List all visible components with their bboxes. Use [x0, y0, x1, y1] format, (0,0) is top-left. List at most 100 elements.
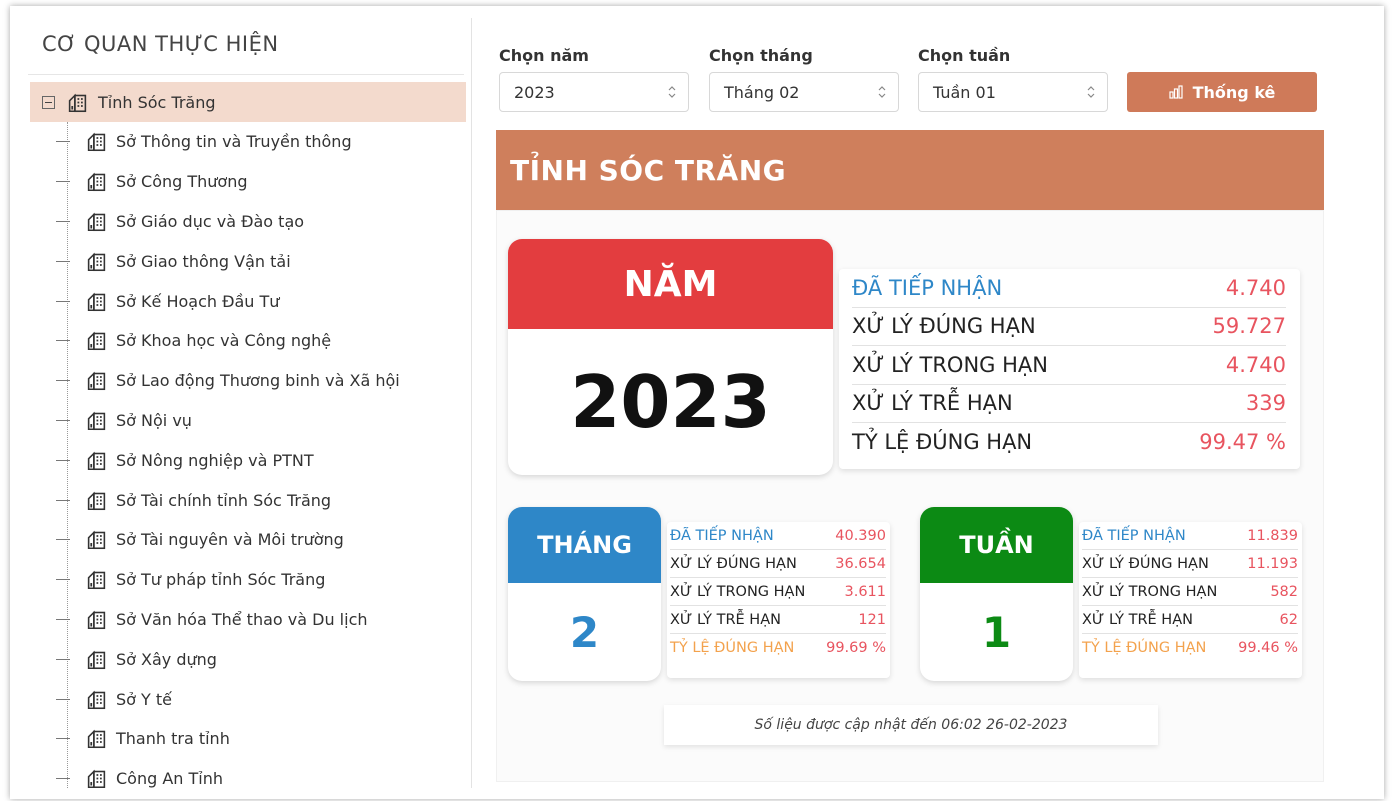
stat-row: TỶ LỆ ĐÚNG HẠN 99.46 %: [1082, 634, 1298, 662]
building-icon: [87, 371, 106, 391]
year-card: NĂM 2023: [508, 239, 833, 475]
week-stats-table: ĐÃ TIẾP NHẬN 11.839 XỬ LÝ ĐÚNG HẠN 11.193 XỬ…: [1079, 522, 1302, 678]
tree-item[interactable]: Sở Lao động Thương binh và Xã hội: [28, 361, 468, 401]
stat-label: XỬ LÝ TRONG HẠN: [852, 352, 1048, 377]
collapse-icon[interactable]: [42, 95, 55, 109]
building-icon: [87, 252, 106, 271]
year-card-value: 2023: [570, 360, 771, 444]
update-note: Số liệu được cập nhật đến 06:02 26-02-20…: [664, 705, 1158, 745]
building-icon: [87, 331, 106, 351]
tree-branch-line: [56, 300, 70, 302]
building-icon: [87, 570, 106, 590]
tree-item[interactable]: Sở Nông nghiệp và PTNT: [28, 440, 468, 480]
tree-item[interactable]: Sở Nội vụ: [28, 401, 468, 441]
stat-row: XỬ LÝ TRỄ HẠN 62: [1082, 606, 1298, 634]
tree-list: Sở Thông tin và Truyền thông Sở Công Thươ…: [28, 122, 468, 788]
stat-label: XỬ LÝ ĐÚNG HẠN: [1082, 555, 1209, 572]
building-icon: [87, 690, 106, 709]
tree-item-label: Sở Xây dựng: [116, 649, 217, 669]
tree-item[interactable]: Sở Giao thông Vận tải: [28, 241, 468, 281]
tree-branch-line: [56, 260, 70, 262]
stat-value: 582: [1270, 583, 1298, 600]
chevron-up-down-icon: [668, 86, 676, 98]
province-banner: TỈNH SÓC TRĂNG: [496, 130, 1324, 210]
stat-value: 11.839: [1247, 527, 1298, 544]
tree-item-label: Sở Giao thông Vận tải: [116, 251, 291, 271]
tree-item-label: Thanh tra tỉnh: [116, 729, 230, 749]
chevron-up-down-icon: [878, 86, 886, 98]
tree-branch-line: [56, 380, 70, 382]
building-icon: [87, 172, 106, 192]
stat-label: ĐÃ TIẾP NHẬN: [852, 275, 1003, 300]
sidebar-title: CƠ QUAN THỰC HIỆN: [42, 32, 279, 56]
tree-branch-line: [56, 141, 70, 143]
stat-row: ĐÃ TIẾP NHẬN 40.390: [670, 522, 886, 550]
stat-value: 59.727: [1212, 314, 1286, 339]
stat-label: XỬ LÝ TRỄ HẠN: [1082, 611, 1193, 628]
stat-label: TỶ LỆ ĐÚNG HẠN: [1082, 640, 1207, 656]
month-stats-table: ĐÃ TIẾP NHẬN 40.390 XỬ LÝ ĐÚNG HẠN 36.654 XỬ…: [667, 522, 890, 678]
tree-item[interactable]: Sở Xây dựng: [28, 639, 468, 679]
stat-row: XỬ LÝ TRONG HẠN 4.740: [852, 346, 1286, 385]
stat-row: TỶ LỆ ĐÚNG HẠN 99.47 %: [852, 423, 1286, 462]
tree-item[interactable]: Thanh tra tỉnh: [28, 719, 468, 759]
tree-item[interactable]: Sở Kế Hoạch Đầu Tư: [28, 281, 468, 321]
stat-row: XỬ LÝ ĐÚNG HẠN 59.727: [852, 308, 1286, 346]
building-icon: [87, 212, 106, 232]
week-card: TUẦN 1: [920, 507, 1073, 681]
building-icon: [87, 451, 106, 470]
tree-item[interactable]: Sở Tư pháp tỉnh Sóc Trăng: [28, 560, 468, 600]
tree-item[interactable]: Sở Thông tin và Truyền thông: [28, 122, 468, 162]
tree-item[interactable]: Công An Tỉnh: [28, 759, 468, 788]
tree-item-label: Sở Nông nghiệp và PTNT: [116, 450, 314, 470]
week-card-value: 1: [981, 607, 1012, 657]
year-select[interactable]: 2023: [499, 72, 689, 112]
building-icon: [87, 530, 106, 550]
stat-row: XỬ LÝ TRONG HẠN 3.611: [670, 578, 886, 606]
stat-value: 36.654: [835, 555, 886, 572]
tree-root-node[interactable]: Tỉnh Sóc Trăng: [30, 82, 466, 122]
tree-item-label: Sở Thông tin và Truyền thông: [116, 132, 352, 152]
tree-item-label: Sở Tài nguyên và Môi trường: [116, 530, 344, 550]
month-select-value: Tháng 02: [724, 82, 800, 102]
stat-row: ĐÃ TIẾP NHẬN 11.839: [1082, 522, 1298, 550]
tree-item[interactable]: Sở Khoa học và Công nghệ: [28, 321, 468, 361]
year-stats-table: ĐÃ TIẾP NHẬN 4.740 XỬ LÝ ĐÚNG HẠN 59.727 XỬ …: [839, 269, 1300, 469]
stat-value: 62: [1279, 611, 1298, 628]
tree-item[interactable]: Sở Tài nguyên và Môi trường: [28, 520, 468, 560]
week-select[interactable]: Tuần 01: [918, 72, 1108, 112]
building-icon: [87, 491, 106, 510]
week-filter-label: Chọn tuần: [918, 46, 1011, 65]
week-select-value: Tuần 01: [933, 82, 996, 102]
month-select[interactable]: Tháng 02: [709, 72, 899, 112]
tree-item[interactable]: Sở Giáo dục và Đào tạo: [28, 202, 468, 242]
month-filter-label: Chọn tháng: [709, 46, 813, 65]
tree-item[interactable]: Sở Công Thương: [28, 162, 468, 202]
province-title: TỈNH SÓC TRĂNG: [510, 153, 787, 187]
tree-item-label: Sở Tài chính tỉnh Sóc Trăng: [116, 490, 332, 510]
tree-branch-line: [56, 419, 70, 421]
building-icon: [87, 132, 106, 152]
tree-item[interactable]: Sở Tài chính tỉnh Sóc Trăng: [28, 480, 468, 520]
week-card-heading: TUẦN: [920, 507, 1073, 583]
building-icon: [87, 610, 106, 629]
statistics-button[interactable]: Thống kê: [1127, 72, 1317, 112]
building-icon: [87, 292, 106, 311]
stat-label: ĐÃ TIẾP NHẬN: [670, 527, 774, 544]
tree-branch-line: [56, 499, 70, 501]
tree-item[interactable]: Sở Văn hóa Thể thao và Du lịch: [28, 600, 468, 640]
stat-label: XỬ LÝ TRONG HẠN: [670, 583, 806, 600]
tree-item[interactable]: Sở Y tế: [28, 679, 468, 719]
stat-row: TỶ LỆ ĐÚNG HẠN 99.69 %: [670, 634, 886, 662]
tree-branch-line: [56, 778, 70, 780]
stat-label: XỬ LÝ TRỄ HẠN: [670, 611, 781, 628]
stat-value: 4.740: [1225, 352, 1286, 377]
stat-row: XỬ LÝ TRỄ HẠN 121: [670, 606, 886, 634]
stat-row: XỬ LÝ TRONG HẠN 582: [1082, 578, 1298, 606]
building-icon: [87, 650, 106, 669]
tree-item-label: Sở Nội vụ: [116, 410, 192, 430]
org-sidebar: CƠ QUAN THỰC HIỆN Tỉnh Sóc Trăng Sở Thôn…: [28, 18, 472, 788]
tree-item-label: Sở Khoa học và Công nghệ: [116, 331, 332, 351]
tree-branch-line: [56, 698, 70, 700]
month-card-heading: THÁNG: [508, 507, 661, 583]
